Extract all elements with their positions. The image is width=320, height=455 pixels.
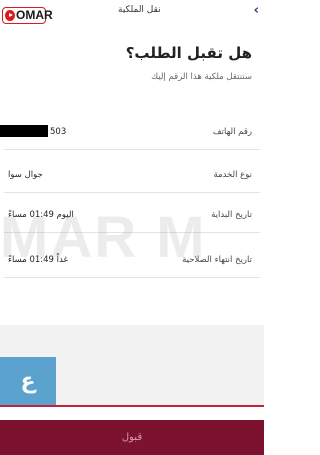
- redaction-box: [0, 125, 48, 137]
- chevron-right-icon[interactable]: ‹: [254, 3, 259, 18]
- detail-value: 503: [50, 127, 67, 137]
- youtube-icon: [5, 10, 15, 21]
- detail-label: رقم الهاتف: [212, 127, 252, 137]
- accept-button[interactable]: قبول: [0, 420, 264, 455]
- site-logo: ع: [0, 357, 56, 407]
- badge-text: OMAR: [16, 8, 53, 22]
- accent-divider: [0, 405, 264, 407]
- question-subtitle: ستنتقل ملكية هذا الرقم إليك: [151, 72, 252, 82]
- top-bar: OMAR نقل الملكية ‹: [0, 0, 264, 26]
- detail-label: تاريخ البداية: [211, 210, 252, 220]
- divider: [4, 277, 260, 278]
- divider: [4, 192, 260, 193]
- divider: [4, 149, 260, 150]
- page-title: نقل الملكية: [118, 5, 161, 15]
- question-title: هل تقبل الطلب؟: [125, 44, 252, 62]
- watermark-text: MAR M: [0, 205, 207, 270]
- detail-value: جوال سوا: [8, 170, 43, 180]
- channel-badge: OMAR: [2, 7, 53, 24]
- detail-row-service: نوع الخدمة جوال سوا: [0, 157, 264, 193]
- detail-label: نوع الخدمة: [213, 170, 252, 180]
